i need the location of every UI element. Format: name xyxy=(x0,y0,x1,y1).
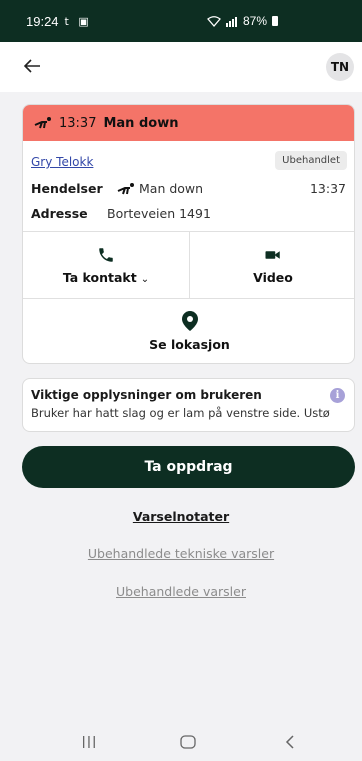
status-right: 87% xyxy=(207,14,278,28)
important-info-card[interactable]: Viktige opplysninger om brukeren i Bruke… xyxy=(22,378,355,432)
recent-apps-icon[interactable] xyxy=(74,730,104,754)
phone-icon xyxy=(99,248,113,262)
contact-button[interactable]: Ta kontakt ⌄ xyxy=(23,246,189,285)
contact-label: Ta kontakt xyxy=(62,270,137,285)
app-bar: TN xyxy=(0,42,362,92)
chevron-down-icon: ⌄ xyxy=(140,274,150,285)
battery-percent: 87% xyxy=(242,14,267,28)
video-camera-icon xyxy=(265,251,280,259)
alarm-info: Gry Telokk Ubehandlet Hendelser Man down… xyxy=(23,141,354,231)
alarm-card: 13:37 Man down Gry Telokk Ubehandlet Hen… xyxy=(22,104,355,364)
notification-icons: t ▣ xyxy=(64,14,92,28)
home-icon[interactable] xyxy=(173,730,203,754)
event-time: 13:37 xyxy=(309,181,346,196)
alarm-header: 13:37 Man down xyxy=(23,105,354,141)
address-value: Borteveien 1491 xyxy=(107,206,211,221)
location-button[interactable]: Se lokasjon xyxy=(23,311,354,352)
divider xyxy=(23,298,354,299)
notice-text: Bruker har hatt slag og er lam på venstr… xyxy=(31,406,330,420)
unhandled-alerts-link[interactable]: Ubehandlede varsler xyxy=(0,584,362,599)
wifi-icon xyxy=(207,15,221,27)
fall-person-icon xyxy=(117,183,134,195)
avatar[interactable]: TN xyxy=(326,53,354,81)
status-badge: Ubehandlet xyxy=(275,151,347,170)
status-bar: 19:24 t ▣ 87% xyxy=(0,0,362,42)
events-label: Hendelser xyxy=(31,181,103,196)
fall-person-icon xyxy=(34,117,51,129)
location-label: Se lokasjon xyxy=(149,337,230,352)
back-nav-icon[interactable] xyxy=(275,730,305,754)
event-text: Man down xyxy=(139,181,204,196)
alarm-type: Man down xyxy=(103,115,179,131)
address-label: Adresse xyxy=(31,206,88,221)
alarm-time: 13:37 xyxy=(59,115,97,131)
back-arrow-icon[interactable] xyxy=(20,54,44,78)
location-pin-icon xyxy=(181,311,198,331)
technical-alerts-link[interactable]: Ubehandlede tekniske varsler xyxy=(0,546,362,561)
signal-icon xyxy=(225,16,237,27)
video-button[interactable]: Video xyxy=(190,246,354,285)
notice-title: Viktige opplysninger om brukeren xyxy=(31,388,262,402)
system-nav-bar xyxy=(0,724,362,761)
user-name-link[interactable]: Gry Telokk xyxy=(31,155,93,169)
video-label: Video xyxy=(253,270,293,285)
alert-notes-link[interactable]: Varselnotater xyxy=(0,509,362,524)
take-assignment-button[interactable]: Ta oppdrag xyxy=(22,446,355,488)
battery-icon xyxy=(272,16,278,26)
status-time: 19:24 xyxy=(26,13,59,29)
info-icon[interactable]: i xyxy=(330,388,345,403)
